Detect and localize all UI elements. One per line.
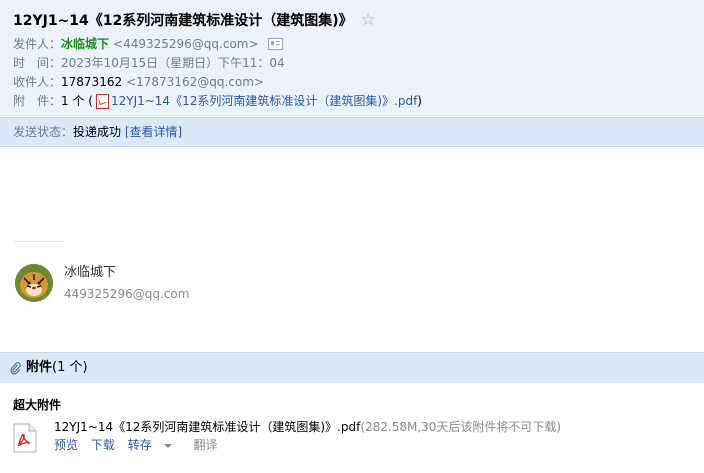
save-to-button[interactable]: 转存 [128, 438, 181, 452]
email-subject: 12YJ1~14《12系列河南建筑标准设计（建筑图集)》 [13, 13, 353, 29]
tiger-avatar-icon [15, 264, 53, 302]
subject-row: 12YJ1~14《12系列河南建筑标准设计（建筑图集)》 ☆ [13, 9, 376, 31]
time-label: 时 间： [13, 56, 62, 70]
attachment-label: 附 件： [13, 94, 62, 108]
delivery-status: 发送状态：投递成功 [查看详情] [13, 123, 182, 141]
attachments-header-content: 附件 (1 个) [10, 360, 88, 376]
star-icon[interactable]: ☆ [361, 11, 376, 29]
pdf-file-icon[interactable] [13, 423, 37, 453]
attachments-body: 超大附件 12YJ1~14《12系列河南建筑标准设计（建筑图集)》.pdf(28… [0, 383, 704, 473]
email-header: 12YJ1~14《12系列河南建筑标准设计（建筑图集)》 ☆ 发件人： 冰临城下… [0, 0, 704, 116]
save-to-label: 转存 [127, 438, 152, 452]
attachments-title: 附件 [26, 360, 53, 375]
download-button[interactable]: 下载 [91, 438, 115, 452]
sender-row: 发件人： 冰临城下 <449325296@qq.com> [13, 35, 283, 53]
signature-email: 449325296@qq.com [64, 287, 190, 301]
sender-label: 发件人： [13, 37, 62, 51]
attachment-row: 附 件： 1 个 ( 12YJ1~14《12系列河南建筑标准设计（建筑图集)》.… [13, 92, 422, 110]
file-name[interactable]: 12YJ1~14《12系列河南建筑标准设计（建筑图集)》.pdf [54, 420, 360, 434]
contact-card-icon[interactable] [267, 38, 283, 50]
recipient-name[interactable]: 17873162 [61, 73, 122, 91]
translate-button[interactable]: 翻译 [194, 438, 218, 452]
attachments-count: (1 个) [52, 360, 88, 375]
recipient-row: 收件人： 17873162 <17873162@qq.com> [13, 73, 264, 91]
sender-name[interactable]: 冰临城下 [61, 35, 109, 53]
status-value: 投递成功 [73, 125, 122, 139]
status-label: 发送状态： [13, 125, 74, 139]
pdf-file-icon [95, 93, 109, 109]
sender-email: <449325296@qq.com> [113, 37, 259, 51]
chevron-down-icon [163, 443, 172, 448]
delivery-status-bar: 发送状态：投递成功 [查看详情] [0, 117, 704, 147]
attachment-actions: 预览 下载 转存 翻译 [54, 437, 227, 453]
signature-divider [14, 241, 64, 242]
attachment-count: 1 个 ( [61, 94, 93, 108]
file-info: (282.58M,30天后该附件将不可下载) [360, 420, 562, 434]
preview-button[interactable]: 预览 [54, 438, 78, 452]
attachment-close: ) [417, 94, 422, 108]
signature-name: 冰临城下 [64, 265, 117, 280]
recipient-email: <17873162@qq.com> [126, 75, 264, 89]
attachment-file-name: 12YJ1~14《12系列河南建筑标准设计（建筑图集)》.pdf(282.58M… [54, 419, 561, 435]
paperclip-icon [10, 361, 21, 374]
view-details-link[interactable]: [查看详情] [125, 125, 182, 139]
time-row: 时 间： 2023年10月15日（星期日）下午11：04 [13, 54, 285, 72]
avatar [15, 264, 53, 302]
recipient-label: 收件人： [13, 75, 62, 89]
large-attachment-label: 超大附件 [13, 398, 62, 412]
time-value: 2023年10月15日（星期日）下午11：04 [61, 56, 285, 70]
attachments-header: 附件 (1 个) [0, 352, 704, 384]
attachment-link[interactable]: 12YJ1~14《12系列河南建筑标准设计（建筑图集)》.pdf [111, 92, 417, 110]
